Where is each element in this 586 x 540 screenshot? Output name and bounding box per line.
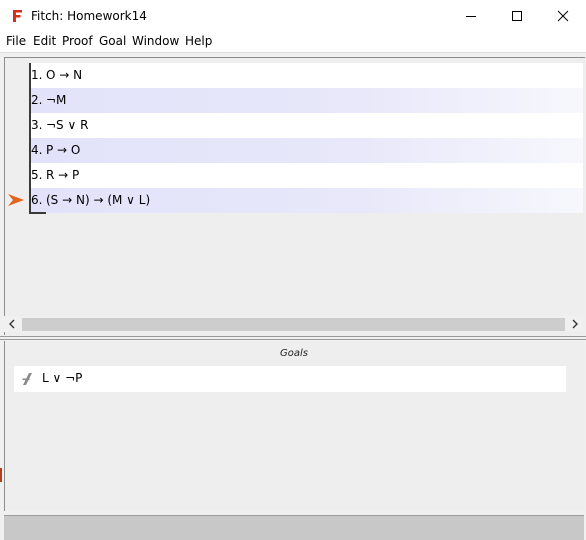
line-number: 3. <box>31 118 43 132</box>
goals-heading: Goals <box>280 348 308 359</box>
menu-help[interactable]: Help <box>185 34 212 48</box>
proof-line-focused[interactable]: 6. (S → N) → (M ∨ L) <box>5 188 583 213</box>
line-formula[interactable]: (S → N) → (M ∨ L) <box>46 188 150 213</box>
window-edge-marker <box>0 468 2 482</box>
proof-line[interactable]: 5. R → P <box>5 163 583 188</box>
proof-line-background <box>31 138 583 163</box>
maximize-icon <box>512 11 522 21</box>
line-number: 1. <box>31 68 43 82</box>
line-number: 6. <box>31 193 43 207</box>
close-icon <box>557 10 569 22</box>
proof-pane[interactable]: 1. O → N 2. ¬M 3. ¬S ∨ R 4. P → O 5. R →… <box>4 57 585 335</box>
line-formula[interactable]: ¬S ∨ R <box>46 113 88 138</box>
scrollbar-thumb[interactable] <box>22 318 565 331</box>
chevron-left-icon <box>9 319 15 329</box>
subproof-bar <box>29 63 31 213</box>
line-number: 4. <box>31 143 43 157</box>
proof-line-background <box>31 63 583 88</box>
proof-line-background <box>31 113 583 138</box>
close-button[interactable] <box>540 0 586 32</box>
window-title: Fitch: Homework14 <box>31 9 147 23</box>
line-formula[interactable]: O → N <box>46 63 82 88</box>
proof-line[interactable]: 1. O → N <box>5 63 583 88</box>
scroll-left-button[interactable] <box>4 316 20 332</box>
subproof-foot <box>29 212 46 214</box>
goal-status-icon <box>22 373 32 385</box>
status-bar <box>4 515 584 540</box>
scroll-right-button[interactable] <box>567 316 583 332</box>
fitch-app-icon <box>13 10 22 22</box>
goals-pane[interactable]: Goals L ∨ ¬P <box>4 341 585 511</box>
proof-line-background <box>31 163 583 188</box>
menu-file[interactable]: File <box>6 34 26 48</box>
maximize-button[interactable] <box>494 0 540 32</box>
line-formula[interactable]: ¬M <box>46 88 66 113</box>
line-formula[interactable]: P → O <box>46 138 80 163</box>
minimize-button[interactable] <box>448 0 494 32</box>
line-formula[interactable]: R → P <box>46 163 79 188</box>
line-number: 2. <box>31 93 43 107</box>
goal-formula: L ∨ ¬P <box>42 371 83 385</box>
menu-window[interactable]: Window <box>132 34 179 48</box>
chevron-right-icon <box>572 319 578 329</box>
minimize-icon <box>466 16 476 17</box>
proof-line[interactable]: 2. ¬M <box>5 88 583 113</box>
line-number: 5. <box>31 168 43 182</box>
proof-line-background <box>31 88 583 113</box>
focus-arrow-icon <box>8 194 24 206</box>
pane-divider[interactable] <box>0 336 586 340</box>
menu-edit[interactable]: Edit <box>33 34 56 48</box>
horizontal-scrollbar[interactable] <box>4 316 583 332</box>
goal-item[interactable]: L ∨ ¬P <box>14 366 566 392</box>
title-bar[interactable]: Fitch: Homework14 <box>0 0 586 32</box>
proof-line[interactable]: 4. P → O <box>5 138 583 163</box>
menu-bar: File Edit Proof Goal Window Help <box>0 32 586 53</box>
proof-lines: 1. O → N 2. ¬M 3. ¬S ∨ R 4. P → O 5. R →… <box>5 63 583 213</box>
proof-line[interactable]: 3. ¬S ∨ R <box>5 113 583 138</box>
menu-goal[interactable]: Goal <box>99 34 126 48</box>
menu-proof[interactable]: Proof <box>62 34 93 48</box>
